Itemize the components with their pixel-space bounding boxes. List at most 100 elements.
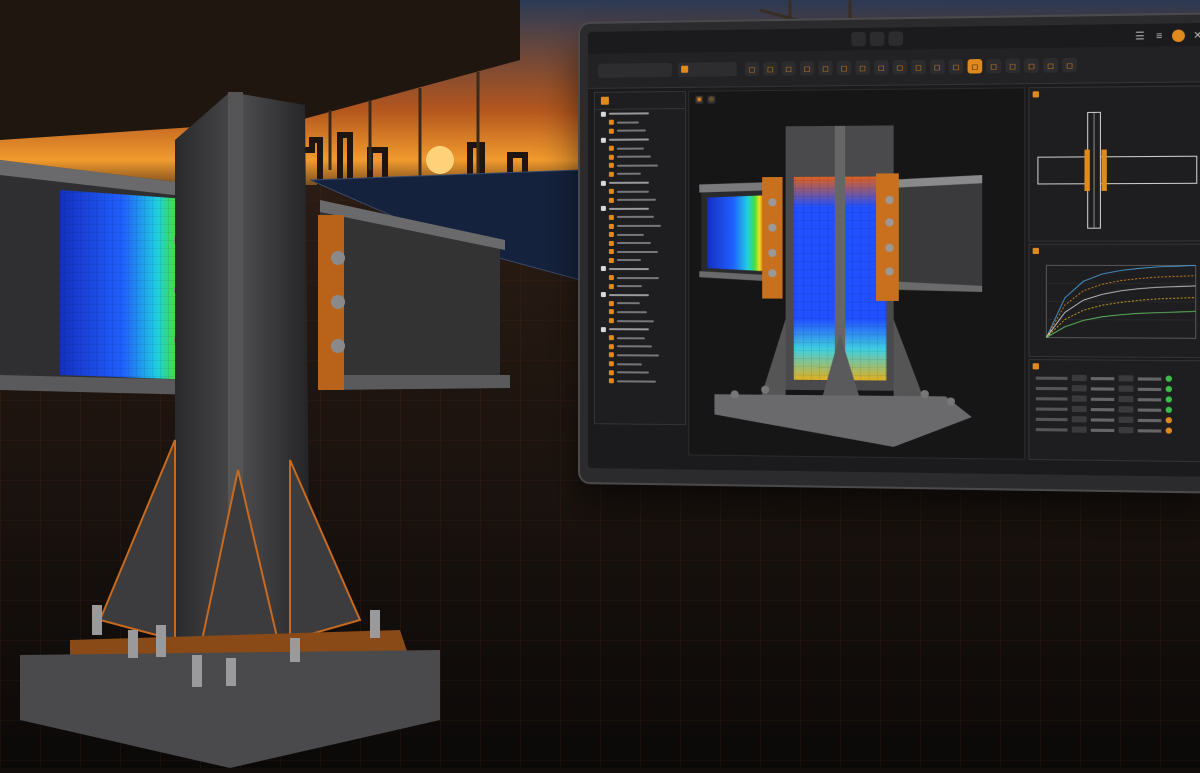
result-input[interactable] [1119,406,1134,412]
component-icon [609,344,614,349]
tree-item[interactable] [595,230,685,239]
results-panel [1028,359,1200,462]
plate-icon[interactable]: ◻ [949,59,964,74]
tree-item[interactable] [595,377,685,386]
tree-item[interactable] [595,308,685,317]
connection-panel-title [1029,86,1200,100]
status-indicator [1166,417,1172,423]
status-indicator [1166,396,1172,402]
chart-panel-title [1029,245,1200,257]
component-icon [609,232,614,237]
folder-icon [601,292,606,297]
tree-item[interactable] [595,273,685,282]
tree-group-label [609,139,649,141]
camera-icon[interactable]: ◎ [707,96,715,104]
help-icon[interactable]: ◻ [1062,58,1077,73]
app-window: ☰ ≡ ✕ ◻◻◻◻◻◻◻◻◻◻◻◻◻◻◻◻◻◻ ▣ ◎ [588,23,1200,477]
stress-icon[interactable]: ◻ [968,59,983,74]
tree-item[interactable] [595,213,685,222]
rotate-icon[interactable]: ◻ [782,61,796,75]
zoom-icon[interactable]: ◻ [837,61,851,75]
component-icon [609,275,614,280]
tree-group[interactable] [595,204,685,213]
result-value [1138,387,1162,390]
component-icon [609,318,614,323]
tree-item[interactable] [595,299,685,308]
pan-icon[interactable]: ◻ [818,61,832,75]
report-icon[interactable]: ◻ [1005,59,1020,74]
tree-item[interactable] [595,247,685,256]
result-input[interactable] [1072,375,1087,381]
tree-item[interactable] [595,256,685,265]
component-icon [609,198,614,203]
component-icon [609,155,614,160]
search-input[interactable] [598,63,672,78]
result-input[interactable] [1072,395,1087,401]
tree-item[interactable] [595,222,685,231]
result-label [1036,386,1068,389]
tree-item-label [617,190,649,192]
tree-group[interactable] [595,291,685,300]
weld-icon[interactable]: ◻ [930,59,945,74]
tree-item-label [617,259,641,261]
result-value [1091,377,1114,380]
connection-schematic [1029,99,1200,239]
tree-item[interactable] [595,239,685,248]
orbit-icon[interactable]: ◻ [800,61,814,75]
tree-item-label [617,251,658,253]
status-indicator [1166,376,1172,382]
component-icon [609,223,614,228]
bolt-icon[interactable]: ◻ [911,60,926,74]
top-tool-icon[interactable] [888,31,903,45]
tree-item[interactable] [595,282,685,291]
result-input[interactable] [1119,396,1134,402]
gear-icon[interactable] [1172,29,1185,42]
result-input[interactable] [1119,417,1134,423]
component-icon [609,215,614,220]
result-input[interactable] [1072,426,1087,432]
tree-item-label [617,320,654,322]
tree-item[interactable] [595,187,685,196]
section-icon[interactable]: ◻ [855,60,869,74]
model-tree [595,109,685,386]
node-icon[interactable]: ◻ [763,62,777,76]
tree-group-label [609,182,649,184]
tree-item-label [617,130,646,132]
measure-icon[interactable]: ◻ [893,60,908,74]
settings-icon[interactable]: ◻ [1043,58,1058,73]
list-icon[interactable]: ≡ [1153,30,1166,43]
model-tree-title [595,92,685,110]
tree-group-label [609,294,649,296]
tree-item-label [617,225,661,227]
3d-viewport[interactable]: ▣ ◎ [688,87,1025,460]
result-input[interactable] [1072,416,1087,422]
results-panel-title [1029,360,1200,374]
close-icon[interactable]: ✕ [1191,29,1200,42]
top-tool-icon[interactable] [851,32,865,46]
select-icon[interactable]: ◻ [745,62,759,76]
result-input[interactable] [1119,427,1134,433]
tree-group-label [609,208,649,210]
component-icon [609,378,614,383]
top-tool-icon[interactable] [870,32,884,46]
tree-item[interactable] [595,196,685,205]
result-input[interactable] [1119,386,1134,392]
tree-group[interactable] [595,178,685,187]
component-icon [609,129,614,134]
tree-group[interactable] [595,265,685,274]
export-icon[interactable]: ◻ [1024,58,1039,73]
menu-icon[interactable]: ☰ [1133,30,1146,43]
tab-active[interactable] [678,62,737,77]
result-label [1036,417,1068,420]
status-indicator [1166,386,1172,392]
fit-icon[interactable]: ◻ [874,60,888,74]
view-cube-icon[interactable]: ▣ [695,96,703,104]
result-input[interactable] [1072,385,1087,391]
folder-icon [601,206,606,211]
result-input[interactable] [1072,406,1087,412]
result-input[interactable] [1119,375,1134,381]
result-value [1091,418,1114,421]
software-monitor: ☰ ≡ ✕ ◻◻◻◻◻◻◻◻◻◻◻◻◻◻◻◻◻◻ ▣ ◎ [580,14,1200,491]
result-value [1138,408,1162,411]
mesh-icon[interactable]: ◻ [986,59,1001,74]
